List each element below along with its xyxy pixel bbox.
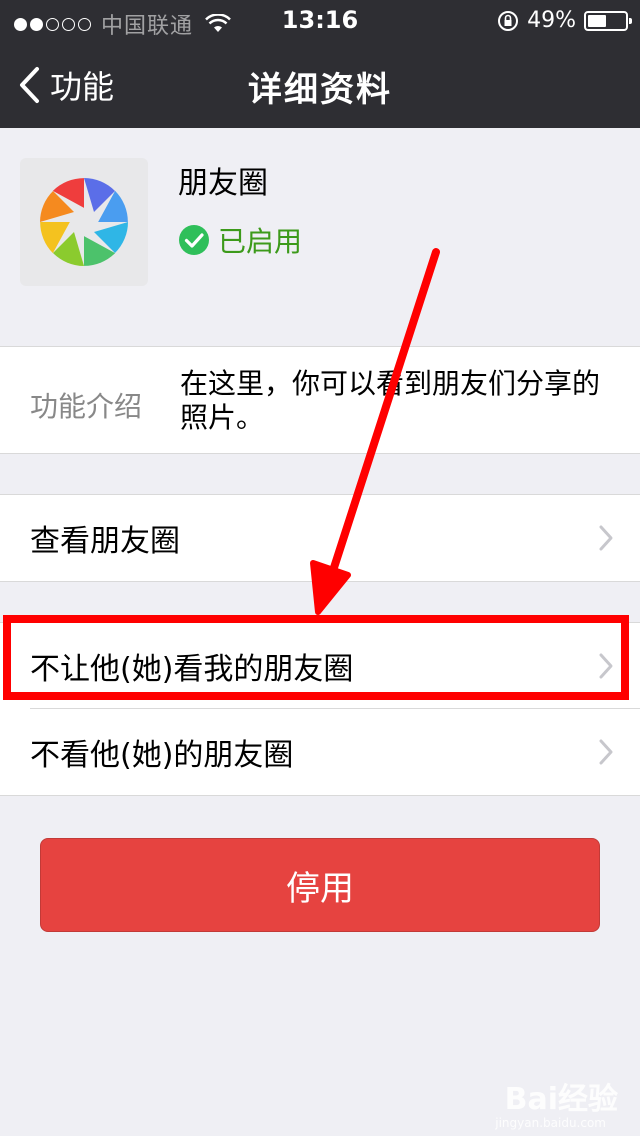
battery-percent: 49% (527, 8, 576, 33)
chevron-right-icon (599, 653, 613, 679)
moments-aperture-icon (40, 178, 128, 266)
hide-my-moments-row[interactable]: 不让他(她)看我的朋友圈 (0, 623, 640, 709)
navigation-bar: 功能 详细资料 (0, 40, 640, 128)
privacy-group: 不让他(她)看我的朋友圈 不看他(她)的朋友圈 (0, 622, 640, 796)
chevron-right-icon (599, 525, 613, 551)
app-icon (20, 158, 148, 286)
watermark-url: jingyan.baidu.com (495, 1116, 606, 1130)
view-moments-group: 查看朋友圈 (0, 494, 640, 582)
battery-icon (584, 10, 632, 31)
feature-intro-text: 在这里，你可以看到朋友们分享的照片。 (180, 367, 601, 434)
view-moments-label: 查看朋友圈 (30, 524, 180, 559)
watermark-logo: Bai经验 (504, 1082, 618, 1117)
hide-their-moments-label: 不看他(她)的朋友圈 (30, 738, 294, 773)
feature-intro-card: 功能介绍 在这里，你可以看到朋友们分享的照片。 (0, 346, 640, 454)
status-right: 49% (497, 8, 632, 33)
hide-their-moments-row[interactable]: 不看他(她)的朋友圈 (0, 709, 640, 795)
app-name: 朋友圈 (178, 166, 268, 201)
status-bar: 中国联通 13:16 49% (0, 0, 640, 40)
battery-fill (588, 14, 606, 27)
rotation-lock-icon (498, 10, 519, 31)
disable-button[interactable]: 停用 (40, 838, 600, 932)
enabled-status: 已启用 (178, 220, 302, 260)
view-moments-row[interactable]: 查看朋友圈 (0, 495, 640, 581)
status-label: 已启用 (218, 225, 303, 258)
hide-my-moments-label: 不让他(她)看我的朋友圈 (30, 652, 354, 687)
page-title: 详细资料 (248, 70, 392, 110)
check-circle-icon (179, 225, 209, 255)
feature-intro-label: 功能介绍 (30, 390, 143, 423)
chevron-right-icon (599, 739, 613, 765)
app-header: 朋友圈 已启用 (0, 128, 640, 318)
